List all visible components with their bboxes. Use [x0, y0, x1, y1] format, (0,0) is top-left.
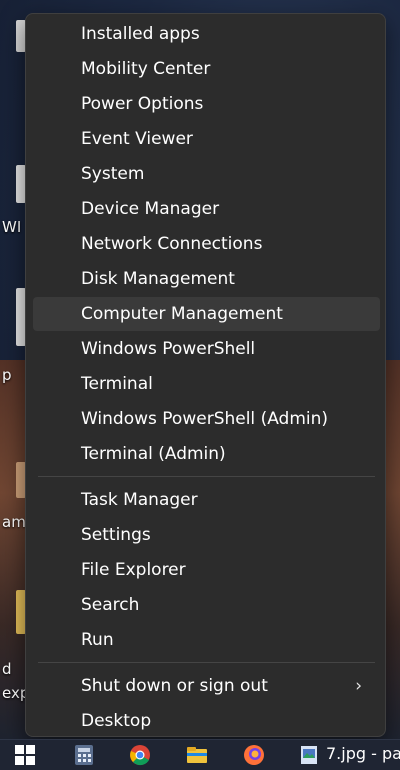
menu-item-terminal-admin[interactable]: Terminal (Admin): [33, 437, 380, 471]
menu-item-windows-powershell-admin[interactable]: Windows PowerShell (Admin): [33, 402, 380, 436]
menu-item-task-manager[interactable]: Task Manager: [33, 483, 380, 517]
menu-item-file-explorer[interactable]: File Explorer: [33, 553, 380, 587]
menu-item-settings[interactable]: Settings: [33, 518, 380, 552]
menu-item-event-viewer[interactable]: Event Viewer: [33, 122, 380, 156]
desktop-icon-label: WI: [2, 218, 22, 236]
menu-item-system[interactable]: System: [33, 157, 380, 191]
menu-item-mobility-center[interactable]: Mobility Center: [33, 52, 380, 86]
desktop-icon-label: p: [2, 366, 12, 384]
menu-item-power-options[interactable]: Power Options: [33, 87, 380, 121]
chrome-icon[interactable]: [129, 744, 151, 766]
desktop-icon-label: am: [2, 513, 26, 531]
menu-item-installed-apps[interactable]: Installed apps: [33, 17, 380, 51]
menu-item-network-connections[interactable]: Network Connections: [33, 227, 380, 261]
menu-item-desktop[interactable]: Desktop: [33, 704, 380, 738]
desktop-icon[interactable]: [0, 20, 26, 60]
windows-start-icon[interactable]: [14, 744, 36, 766]
desktop-icon[interactable]: [0, 590, 26, 640]
firefox-icon[interactable]: [243, 744, 265, 766]
desktop-icon-label: d: [2, 660, 12, 678]
menu-item-device-manager[interactable]: Device Manager: [33, 192, 380, 226]
calculator-icon[interactable]: [73, 744, 95, 766]
image-file-icon[interactable]: [298, 744, 320, 766]
menu-item-run[interactable]: Run: [33, 623, 380, 657]
desktop-icon[interactable]: [0, 288, 26, 348]
menu-item-computer-management[interactable]: Computer Management: [33, 297, 380, 331]
menu-separator: [38, 662, 375, 663]
menu-item-search[interactable]: Search: [33, 588, 380, 622]
taskbar: 7.jpg - pa: [0, 739, 400, 770]
taskbar-window-title[interactable]: 7.jpg - pa: [326, 744, 400, 763]
menu-item-shut-down-or-sign-out[interactable]: Shut down or sign out ›: [33, 669, 380, 703]
file-explorer-icon[interactable]: [186, 744, 208, 766]
winx-context-menu: Installed apps Mobility Center Power Opt…: [25, 13, 386, 737]
desktop-icon[interactable]: [0, 165, 26, 205]
desktop-icon[interactable]: [0, 462, 26, 502]
menu-separator: [38, 476, 375, 477]
menu-item-windows-powershell[interactable]: Windows PowerShell: [33, 332, 380, 366]
menu-item-terminal[interactable]: Terminal: [33, 367, 380, 401]
menu-item-disk-management[interactable]: Disk Management: [33, 262, 380, 296]
menu-item-label: Shut down or sign out: [81, 676, 268, 696]
chevron-right-icon: ›: [355, 676, 362, 696]
